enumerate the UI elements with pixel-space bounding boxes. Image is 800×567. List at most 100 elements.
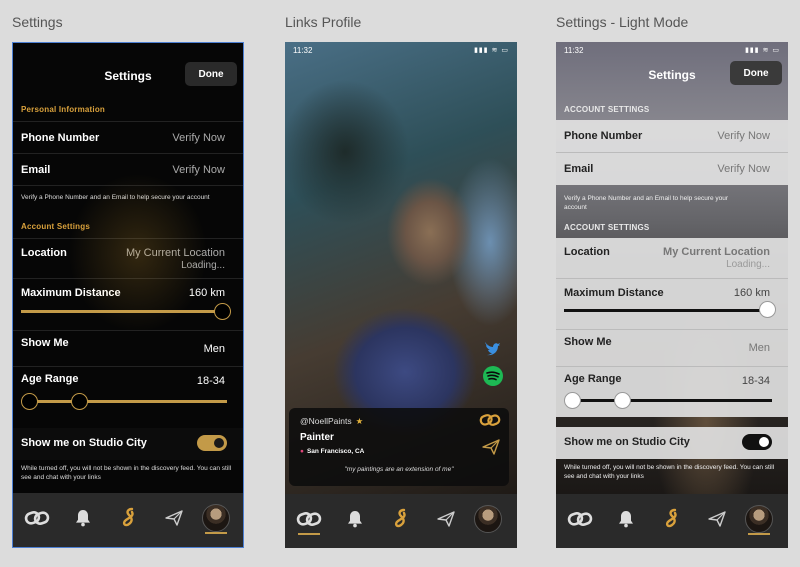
settings-screen: Settings Done Personal Information Phone… xyxy=(12,42,244,548)
location-value[interactable]: My Current Location xyxy=(126,247,225,259)
age-range-max-knob[interactable] xyxy=(71,393,88,410)
location-loading: Loading... xyxy=(726,259,770,270)
studio-city-icon xyxy=(122,507,134,527)
section-account-settings-1: ACCOUNT SETTINGS xyxy=(564,105,650,114)
phone-number-row[interactable]: Phone Number Verify Now xyxy=(13,121,243,154)
section-account-settings-2: ACCOUNT SETTINGS xyxy=(564,223,650,232)
tab-links[interactable] xyxy=(565,504,595,534)
phone-verify-link[interactable]: Verify Now xyxy=(717,130,770,142)
tab-studio-city[interactable] xyxy=(657,504,687,534)
tab-studio-city[interactable] xyxy=(114,503,144,533)
tab-profile[interactable] xyxy=(473,504,503,534)
show-me-row[interactable]: Show Me Men xyxy=(556,330,788,367)
phone-number-row[interactable]: Phone Number Verify Now xyxy=(556,120,788,153)
show-me-value[interactable]: Men xyxy=(204,343,225,355)
active-tab-indicator xyxy=(205,532,227,534)
tab-messages[interactable] xyxy=(702,504,732,534)
studio-city-help-text: While turned off, you will not be shown … xyxy=(564,464,775,480)
age-range-min-knob[interactable] xyxy=(21,393,38,410)
profile-quote: "my paintings are an extension of me" xyxy=(344,466,454,473)
done-button[interactable]: Done xyxy=(185,62,237,86)
send-icon xyxy=(708,511,726,527)
verify-help-text: Verify a Phone Number and an Email to he… xyxy=(564,195,729,211)
links-icon xyxy=(296,512,322,526)
location-label: Location xyxy=(564,246,610,258)
show-me-value[interactable]: Men xyxy=(749,342,770,354)
location-row[interactable]: Location My Current Location Loading... xyxy=(13,238,243,279)
twitter-icon[interactable] xyxy=(482,338,502,358)
spotify-icon[interactable] xyxy=(483,366,503,386)
email-verify-link[interactable]: Verify Now xyxy=(172,164,225,176)
phone-verify-link[interactable]: Verify Now xyxy=(172,132,225,144)
max-distance-row: Maximum Distance 160 km xyxy=(13,278,243,331)
done-button[interactable]: Done xyxy=(730,61,782,85)
links-icon xyxy=(479,414,501,426)
age-range-min-knob[interactable] xyxy=(564,392,581,409)
tab-profile[interactable] xyxy=(744,504,774,534)
tab-messages[interactable] xyxy=(159,503,189,533)
studio-city-row[interactable]: Show me on Studio City xyxy=(556,427,788,459)
profile-card: @NoellPaints ★ Painter ● San Francisco, CA… xyxy=(289,408,509,486)
bell-icon xyxy=(76,510,90,527)
tab-bar xyxy=(556,494,788,548)
max-distance-track[interactable] xyxy=(564,309,766,312)
email-verify-link[interactable]: Verify Now xyxy=(717,163,770,175)
avatar xyxy=(745,505,773,533)
studio-city-toggle[interactable] xyxy=(197,435,227,451)
verify-help-text: Verify a Phone Number and an Email to he… xyxy=(21,194,210,201)
section-personal-info: Personal Information xyxy=(21,105,106,114)
active-tab-indicator xyxy=(748,533,770,535)
location-value[interactable]: My Current Location xyxy=(663,246,770,258)
studio-city-row[interactable]: Show me on Studio City xyxy=(13,428,243,460)
bell-icon xyxy=(348,511,362,528)
max-distance-value: 160 km xyxy=(733,287,770,299)
age-range-row: Age Range 18-34 xyxy=(13,366,243,421)
email-row[interactable]: Email Verify Now xyxy=(13,153,243,186)
email-row[interactable]: Email Verify Now xyxy=(556,153,788,185)
max-distance-track[interactable] xyxy=(21,310,221,313)
max-distance-knob[interactable] xyxy=(759,301,776,318)
phone-number-label: Phone Number xyxy=(564,130,643,142)
max-distance-value: 160 km xyxy=(188,287,225,299)
send-icon xyxy=(437,511,455,527)
max-distance-knob[interactable] xyxy=(214,303,231,320)
tab-messages[interactable] xyxy=(431,504,461,534)
studio-city-toggle[interactable] xyxy=(742,434,772,450)
tab-bar xyxy=(285,494,517,548)
age-range-track[interactable] xyxy=(572,399,772,402)
settings-light-panel: 11:32 ▮▮▮ ≋ ▭ Settings Done ACCOUNT SETT… xyxy=(556,42,788,494)
tab-bar xyxy=(13,493,243,547)
send-message-button[interactable] xyxy=(482,439,500,460)
handle-text: @NoellPaints xyxy=(300,416,352,426)
location-text: San Francisco, CA xyxy=(306,448,365,455)
tab-profile[interactable] xyxy=(201,503,231,533)
link-button[interactable] xyxy=(479,413,501,432)
links-icon xyxy=(567,512,593,526)
tab-studio-city[interactable] xyxy=(386,504,416,534)
status-time: 11:32 xyxy=(564,46,584,55)
status-icons: ▮▮▮ ≋ ▭ xyxy=(474,47,509,54)
tab-links[interactable] xyxy=(294,504,324,534)
location-row[interactable]: Location My Current Location Loading... xyxy=(556,238,788,279)
status-bar: 11:32 ▮▮▮ ≋ ▭ xyxy=(564,46,780,55)
frame-title-links-profile: Links Profile xyxy=(285,14,362,30)
status-bar: 11:32 ▮▮▮ ≋ ▭ xyxy=(293,46,509,55)
tab-links[interactable] xyxy=(22,503,52,533)
age-range-track[interactable] xyxy=(29,400,227,403)
frame-title-settings-light: Settings - Light Mode xyxy=(556,14,689,30)
show-me-row[interactable]: Show Me Men xyxy=(13,330,243,367)
email-label: Email xyxy=(21,164,51,176)
show-me-label: Show Me xyxy=(564,336,612,348)
age-range-label: Age Range xyxy=(564,373,622,385)
profile-handle: @NoellPaints ★ xyxy=(300,416,363,427)
active-tab-indicator xyxy=(298,533,320,535)
toggle-knob xyxy=(759,437,769,447)
section-account-settings: Account Settings xyxy=(21,222,90,231)
toggle-knob xyxy=(214,438,224,448)
tab-notifications[interactable] xyxy=(68,503,98,533)
studio-city-label: Show me on Studio City xyxy=(564,436,690,448)
age-range-max-knob[interactable] xyxy=(614,392,631,409)
tab-notifications[interactable] xyxy=(340,504,370,534)
tab-notifications[interactable] xyxy=(611,504,641,534)
max-distance-label: Maximum Distance xyxy=(564,287,664,299)
